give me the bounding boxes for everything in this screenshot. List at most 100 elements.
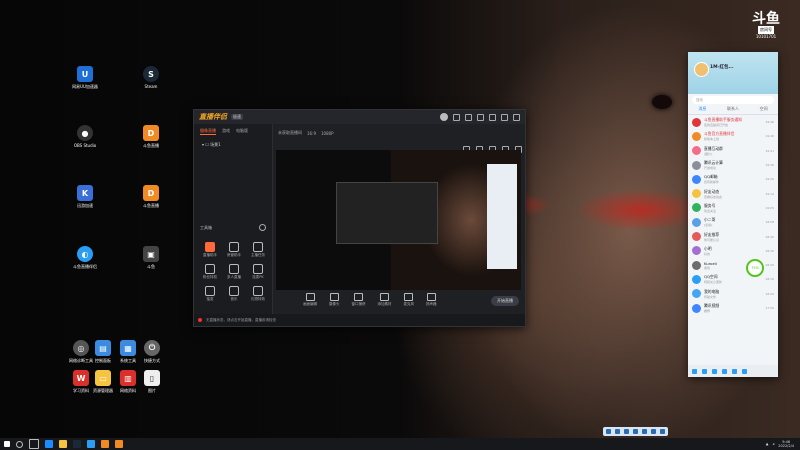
chat-list-item[interactable]: 直播互动群 [图片] 19:41 (688, 144, 778, 158)
desktop-icon[interactable]: ⏻ 快捷方式 (134, 340, 170, 363)
app-icon: ◐ (77, 246, 93, 262)
message-time: 19:41 (765, 148, 774, 153)
chat-footer (688, 365, 778, 377)
chat-search-input[interactable]: 搜索 (692, 96, 774, 104)
menu-icon[interactable] (692, 368, 697, 374)
tab-camera[interactable]: 摄像直播 (200, 128, 216, 135)
task-view-icon[interactable] (29, 439, 39, 449)
tray-icon[interactable] (624, 429, 629, 434)
tool-icon (229, 286, 239, 296)
mail-icon[interactable] (712, 368, 717, 374)
search-icon[interactable] (16, 440, 23, 448)
chat-list-item[interactable]: 腾讯云计算 开通成功 19:30 (688, 158, 778, 172)
tray-icon[interactable] (651, 429, 656, 434)
tool-item[interactable]: 连麦PK (246, 264, 270, 280)
chat-list-item[interactable]: 好友动态 查看好友动态 19:12 (688, 186, 778, 200)
desktop-icon[interactable]: D 斗鱼直播 (133, 125, 169, 148)
douyu-icon[interactable] (101, 440, 109, 448)
contact-avatar (692, 246, 701, 256)
desktop-icon[interactable]: D 斗鱼直播 (133, 185, 169, 208)
tool-item[interactable]: 主播任务 (246, 242, 270, 258)
live-preview[interactable] (276, 150, 521, 290)
tool-item[interactable]: 粉丝特权 (198, 264, 222, 280)
volume-icon[interactable]: ◂ (773, 442, 775, 446)
explorer-icon[interactable] (59, 440, 67, 448)
tab-messages[interactable]: 消息 (698, 106, 706, 112)
control-speaker[interactable]: 扬声器 (426, 293, 437, 307)
chat-list-item[interactable]: 小二哥 [表情] 18:58 (688, 215, 778, 229)
desktop-icon[interactable]: ▯ 图片 (134, 370, 170, 393)
message-time: 18:00 (765, 291, 774, 296)
desktop-icon[interactable]: ▣ 斗鱼 (133, 246, 169, 269)
game-icon[interactable] (722, 368, 727, 374)
gear-icon[interactable] (742, 368, 747, 374)
chat-list-item[interactable]: 腾讯视频 推荐 17:50 (688, 301, 778, 315)
start-live-button[interactable]: 开始直播 (491, 296, 519, 306)
control-camera[interactable]: 摄像头 (329, 293, 340, 307)
profile-avatar[interactable] (694, 62, 709, 77)
tool-item[interactable]: 多人直播 (222, 264, 246, 280)
menu-icon[interactable] (477, 113, 484, 121)
network-icon[interactable]: ▲ (766, 442, 769, 446)
tool-item[interactable]: 礼物特效 (246, 286, 270, 302)
qq-icon[interactable] (87, 440, 95, 448)
desktop-icon[interactable]: K 迅游加速 (67, 185, 103, 208)
profile-nickname: 1M-红包... (710, 65, 734, 70)
message-time: 19:05 (765, 205, 774, 210)
skin-icon[interactable] (465, 113, 472, 121)
clock[interactable]: 9:46 2022/2/4 (778, 440, 794, 448)
tab-contacts[interactable]: 联系人 (727, 106, 739, 112)
minimize-icon[interactable] (489, 113, 496, 121)
close-icon[interactable] (513, 113, 520, 121)
taskbar: ▲ ◂ 9:46 2022/2/4 (0, 438, 800, 450)
steam-icon[interactable] (73, 440, 81, 448)
chat-list-item[interactable]: QQ空间 特别关心更新 18:10 (688, 272, 778, 286)
app-icon[interactable] (702, 368, 707, 374)
chat-list-item[interactable]: 小明 好的 18:30 (688, 244, 778, 258)
desktop-icon[interactable]: ● OBS Studio (67, 125, 103, 148)
user-avatar[interactable] (440, 113, 448, 121)
scene-item[interactable]: ▾ ☐ 场景1 (194, 139, 272, 151)
tray-icon[interactable] (633, 429, 638, 434)
folder-icon: ▭ (95, 370, 111, 386)
tray-icon[interactable] (606, 429, 611, 434)
tool-item[interactable]: 抽奖 (198, 286, 222, 302)
tab-space[interactable]: 空间 (760, 106, 768, 112)
tool-icon (229, 242, 239, 252)
tools-settings-icon[interactable] (259, 224, 266, 231)
message-time: 18:58 (765, 220, 774, 225)
tool-item[interactable]: 直播助手 (198, 242, 222, 258)
desktop-icon[interactable]: ◐ 斗鱼直播伴侣 (67, 246, 103, 269)
chat-list-item[interactable]: QQ邮箱 您有新邮件 19:20 (688, 172, 778, 186)
tool-item[interactable]: 音乐 (222, 286, 246, 302)
control-window[interactable]: 窗口捕获 (352, 293, 366, 307)
control-edit[interactable]: 画面编辑 (303, 293, 317, 307)
chat-list-item[interactable]: 服务号 欢迎关注 19:05 (688, 201, 778, 215)
tray-icon[interactable] (660, 429, 665, 434)
tray-icon[interactable] (642, 429, 647, 434)
chat-list-item[interactable]: 我的电脑 传输文件 18:00 (688, 287, 778, 301)
ratio-select[interactable]: 16:9 (307, 131, 316, 136)
desktop-icon[interactable]: S Steam (133, 66, 169, 89)
watermark-logo: 斗鱼 (752, 11, 780, 27)
tab-game[interactable]: 游戏 (222, 128, 230, 135)
chat-list-item[interactable]: Kuroeli 收到 18:20 (688, 258, 778, 272)
control-add[interactable]: 添加素材 (378, 293, 392, 307)
streamer-app-icon[interactable] (115, 440, 123, 448)
settings-icon[interactable] (453, 113, 460, 121)
resolution-select[interactable]: 1080P (321, 131, 334, 136)
tray-icon[interactable] (615, 429, 620, 434)
edge-icon[interactable] (45, 440, 53, 448)
chat-list-item[interactable]: 斗鱼直播助手服务通知 您的直播间已开启 19:46 (688, 115, 778, 129)
control-mic[interactable]: 麦克风 (404, 293, 414, 307)
tab-pc[interactable]: 电脑版 (236, 128, 248, 135)
tool-item[interactable]: 房管助手 (222, 242, 246, 258)
maximize-icon[interactable] (501, 113, 508, 121)
file-icon[interactable] (732, 368, 737, 374)
tool-icon (253, 242, 263, 252)
message-preview: 您有新邮件 (704, 180, 720, 185)
windows-start-icon[interactable] (4, 441, 10, 447)
desktop-icon[interactable]: U 网易UU加速器 (67, 66, 103, 89)
chat-list-item[interactable]: 斗鱼官方直播伴侣 新版本上线 19:46 (688, 129, 778, 143)
chat-list-item[interactable]: 好友推荐 你可能认识 18:40 (688, 229, 778, 243)
